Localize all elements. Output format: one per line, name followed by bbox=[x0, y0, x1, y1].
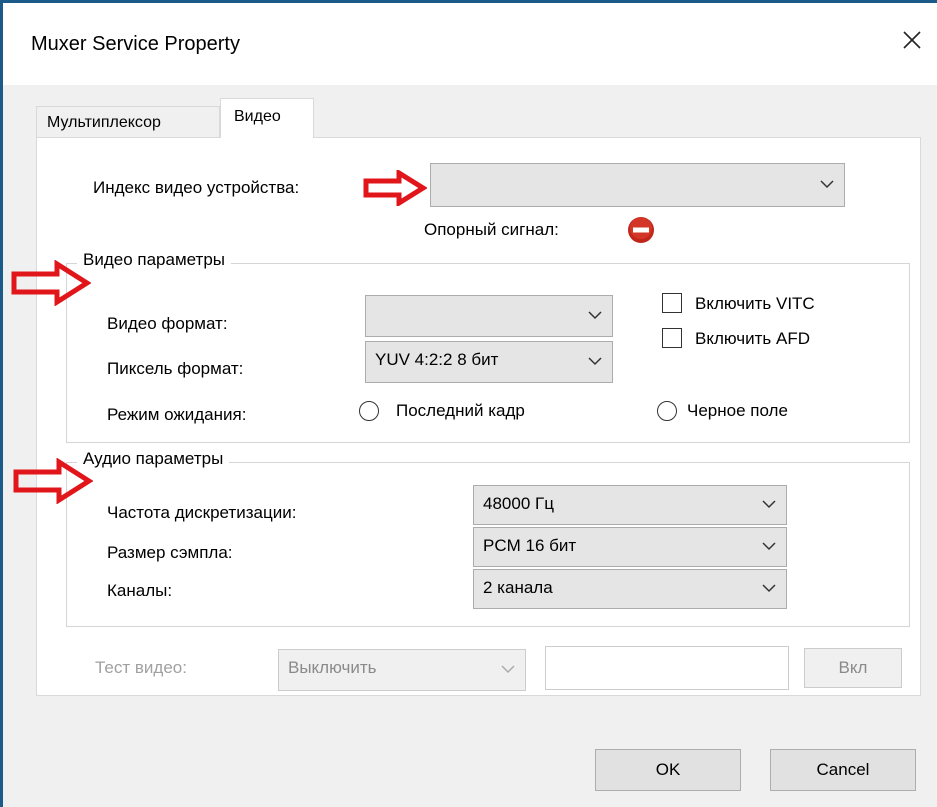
video-params-title: Видео параметры bbox=[77, 250, 231, 270]
stop-icon bbox=[628, 217, 654, 243]
afd-checkbox-label: Включить AFD bbox=[695, 329, 810, 348]
pixel-format-select[interactable]: YUV 4:2:2 8 бит bbox=[365, 341, 613, 383]
test-video-label: Тест видео: bbox=[95, 658, 187, 677]
pixel-format-value: YUV 4:2:2 8 бит bbox=[375, 350, 499, 369]
audio-params-group: Аудио параметры Частота дискретизации: 4… bbox=[66, 449, 910, 627]
chevron-down-icon bbox=[588, 311, 602, 320]
radio-black-field-label: Черное поле bbox=[687, 401, 788, 420]
pixel-format-label: Пиксель формат: bbox=[107, 359, 244, 378]
chevron-down-icon bbox=[762, 500, 776, 509]
cancel-button[interactable]: Cancel bbox=[770, 749, 916, 791]
annotation-arrow-icon bbox=[13, 458, 93, 504]
afd-checkbox[interactable] bbox=[662, 328, 682, 348]
sample-size-value: PCM 16 бит bbox=[483, 536, 577, 555]
channels-select[interactable]: 2 канала bbox=[473, 569, 787, 609]
test-video-on-button[interactable]: Вкл bbox=[804, 648, 902, 688]
radio-last-frame-label: Последний кадр bbox=[396, 401, 525, 420]
tab-multiplexer-label: Мультиплексор bbox=[47, 114, 161, 131]
vitc-checkbox[interactable] bbox=[662, 293, 682, 313]
annotation-arrow-icon bbox=[11, 260, 91, 306]
sample-size-select[interactable]: PCM 16 бит bbox=[473, 527, 787, 567]
chevron-down-icon bbox=[501, 665, 515, 674]
radio-black-field[interactable] bbox=[657, 401, 677, 421]
test-video-select[interactable]: Выключить bbox=[278, 649, 526, 691]
annotation-arrow-icon bbox=[363, 170, 427, 206]
chevron-down-icon bbox=[820, 180, 834, 189]
sample-rate-label: Частота дискретизации: bbox=[107, 503, 297, 522]
window-title: Muxer Service Property bbox=[31, 33, 240, 55]
test-video-on-button-label: Вкл bbox=[838, 658, 868, 677]
channels-value: 2 канала bbox=[483, 578, 553, 597]
close-icon[interactable] bbox=[897, 25, 927, 55]
video-format-select[interactable] bbox=[365, 295, 613, 337]
radio-last-frame[interactable] bbox=[359, 401, 379, 421]
tab-video-label: Видео bbox=[234, 108, 281, 125]
tab-video[interactable]: Видео bbox=[220, 98, 314, 138]
chevron-down-icon bbox=[588, 357, 602, 366]
sample-rate-select[interactable]: 48000 Гц bbox=[473, 485, 787, 525]
ok-button-label: OK bbox=[655, 760, 681, 779]
channels-label: Каналы: bbox=[107, 581, 173, 600]
ok-button[interactable]: OK bbox=[595, 749, 741, 791]
device-index-select[interactable] bbox=[430, 163, 845, 207]
sample-size-label: Размер сэмпла: bbox=[107, 543, 233, 562]
test-video-value: Выключить bbox=[288, 658, 377, 677]
cancel-button-label: Cancel bbox=[816, 760, 870, 779]
chevron-down-icon bbox=[762, 542, 776, 551]
video-format-label: Видео формат: bbox=[107, 314, 228, 333]
tab-panel-video: Индекс видео устройства: Опорный сигнал:… bbox=[36, 137, 921, 696]
dialog-window: Muxer Service Property Мультиплексор Вид… bbox=[0, 0, 937, 807]
standby-mode-label: Режим ожидания: bbox=[107, 405, 247, 424]
audio-params-title: Аудио параметры bbox=[77, 449, 230, 469]
ref-signal-label: Опорный сигнал: bbox=[424, 220, 559, 239]
tab-multiplexer[interactable]: Мультиплексор bbox=[36, 106, 220, 137]
video-params-group: Видео параметры Видео формат: Пиксель фо… bbox=[66, 250, 910, 443]
vitc-checkbox-label: Включить VITC bbox=[695, 294, 815, 313]
device-index-label: Индекс видео устройства: bbox=[93, 178, 300, 197]
test-video-input[interactable] bbox=[545, 646, 789, 690]
sample-rate-value: 48000 Гц bbox=[483, 494, 554, 513]
chevron-down-icon bbox=[762, 584, 776, 593]
title-bar: Muxer Service Property bbox=[3, 3, 937, 85]
